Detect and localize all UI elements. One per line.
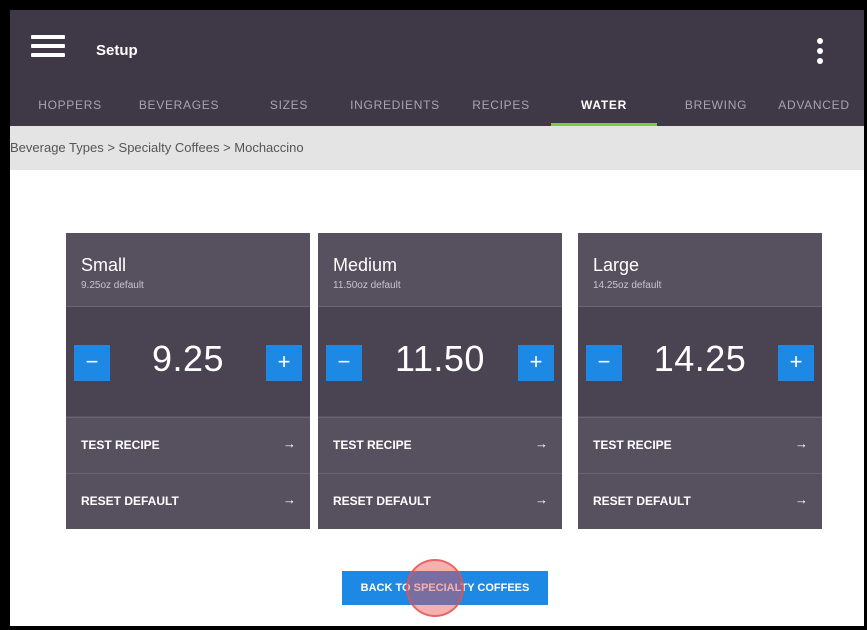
amount-value: 9.25: [151, 338, 225, 379]
back-to-specialty-coffees-button[interactable]: BACK TO SPECIALTY COFFEES: [342, 571, 548, 605]
breadcrumb: Beverage Types > Specialty Coffees > Moc…: [10, 126, 864, 170]
tab-advanced[interactable]: ADVANCED: [772, 90, 856, 126]
tab-water[interactable]: WATER: [551, 90, 657, 126]
decrement-button[interactable]: −: [74, 345, 110, 381]
arrow-right-icon: →: [535, 436, 548, 451]
card-header: Small 9.25oz default: [66, 233, 310, 307]
size-name: Large: [593, 255, 640, 275]
test-recipe-button[interactable]: TEST RECIPE →: [578, 417, 822, 473]
increment-button[interactable]: +: [518, 345, 554, 381]
size-card-small: Small 9.25oz default − 9.25 + TEST RECIP…: [66, 233, 310, 529]
size-default: 9.25oz default: [81, 280, 144, 291]
arrow-right-icon: →: [283, 492, 296, 507]
test-recipe-button[interactable]: TEST RECIPE →: [318, 417, 562, 473]
app-bar: Setup: [10, 10, 864, 90]
amount-value: 11.50: [395, 338, 485, 379]
tab-sizes[interactable]: SIZES: [262, 90, 316, 126]
test-recipe-button[interactable]: TEST RECIPE →: [66, 417, 310, 473]
arrow-right-icon: →: [795, 436, 808, 451]
tab-ingredients[interactable]: INGREDIENTS: [343, 90, 447, 126]
page-title: Setup: [96, 42, 138, 59]
increment-button[interactable]: +: [266, 345, 302, 381]
arrow-right-icon: →: [283, 436, 296, 451]
quantity-stepper: − 9.25 +: [66, 307, 310, 416]
size-card-large: Large 14.25oz default − 14.25 + TEST REC…: [578, 233, 822, 529]
card-header: Large 14.25oz default: [578, 233, 822, 307]
quantity-stepper: − 11.50 +: [318, 307, 562, 416]
size-name: Small: [81, 255, 127, 275]
reset-default-label: RESET DEFAULT: [593, 494, 691, 508]
tab-brewing[interactable]: BREWING: [674, 90, 758, 126]
tab-bar: HOPPERS BEVERAGES SIZES INGREDIENTS RECI…: [10, 90, 864, 126]
reset-default-button[interactable]: RESET DEFAULT →: [66, 473, 310, 529]
size-default: 14.25oz default: [593, 280, 662, 291]
amount-value: 14.25: [653, 338, 747, 379]
test-recipe-label: TEST RECIPE: [333, 438, 412, 452]
reset-default-button[interactable]: RESET DEFAULT →: [318, 473, 562, 529]
reset-default-button[interactable]: RESET DEFAULT →: [578, 473, 822, 529]
menu-icon[interactable]: [31, 35, 65, 57]
more-options-icon[interactable]: [815, 38, 825, 68]
test-recipe-label: TEST RECIPE: [81, 438, 160, 452]
reset-default-label: RESET DEFAULT: [81, 494, 179, 508]
quantity-stepper: − 14.25 +: [578, 307, 822, 416]
decrement-button[interactable]: −: [326, 345, 362, 381]
reset-default-label: RESET DEFAULT: [333, 494, 431, 508]
breadcrumb-text[interactable]: Beverage Types > Specialty Coffees > Moc…: [10, 140, 304, 155]
card-header: Medium 11.50oz default: [318, 233, 562, 307]
size-name: Medium: [333, 255, 398, 275]
arrow-right-icon: →: [795, 492, 808, 507]
size-card-medium: Medium 11.50oz default − 11.50 + TEST RE…: [318, 233, 562, 529]
tab-hoppers[interactable]: HOPPERS: [32, 90, 108, 126]
arrow-right-icon: →: [535, 492, 548, 507]
increment-button[interactable]: +: [778, 345, 814, 381]
tab-beverages[interactable]: BEVERAGES: [134, 90, 224, 126]
test-recipe-label: TEST RECIPE: [593, 438, 672, 452]
app-window: Setup HOPPERS BEVERAGES SIZES INGREDIENT…: [10, 10, 864, 626]
tab-recipes[interactable]: RECIPES: [464, 90, 538, 126]
size-default: 11.50oz default: [333, 280, 401, 291]
decrement-button[interactable]: −: [586, 345, 622, 381]
